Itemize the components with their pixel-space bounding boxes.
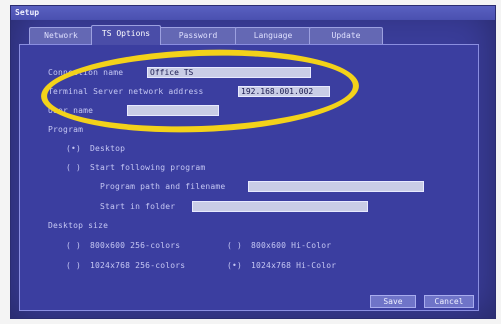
size-1024-256-label: 1024x768 256-colors [90, 261, 186, 270]
user-name-input[interactable] [127, 105, 219, 116]
ts-address-input[interactable] [238, 86, 330, 97]
cancel-button[interactable]: Cancel [424, 295, 474, 308]
user-name-label: User name [48, 106, 94, 115]
program-path-input[interactable] [248, 181, 424, 192]
connection-name-input[interactable] [147, 67, 311, 78]
size-1024-hicolor-radio[interactable]: (•) [227, 261, 242, 270]
desktop-radio-label: Desktop [90, 144, 126, 153]
ts-options-panel: Connection name Terminal Server network … [19, 44, 479, 311]
start-program-radio-label: Start following program [90, 163, 206, 172]
connection-name-label: Connection name [48, 68, 124, 77]
tab-language[interactable]: Language [235, 27, 311, 44]
size-800-hicolor-radio[interactable]: ( ) [227, 241, 242, 250]
tab-update[interactable]: Update [309, 27, 383, 44]
size-1024-256-radio[interactable]: ( ) [66, 261, 81, 270]
size-800-256-label: 800x600 256-colors [90, 241, 181, 250]
size-800-hicolor-label: 800x600 Hi-Color [251, 241, 332, 250]
setup-window: Setup Network TS Options Password Langua… [10, 5, 496, 319]
start-folder-input[interactable] [192, 201, 368, 212]
size-800-256-radio[interactable]: ( ) [66, 241, 81, 250]
desktop-radio[interactable]: (•) [66, 144, 81, 153]
tab-network[interactable]: Network [29, 27, 93, 44]
window-title: Setup [11, 6, 495, 20]
start-folder-label: Start in folder [100, 202, 176, 211]
size-1024-hicolor-label: 1024x768 Hi-Color [251, 261, 337, 270]
program-heading: Program [48, 125, 84, 134]
tab-ts-options[interactable]: TS Options [91, 25, 161, 45]
desktop-size-heading: Desktop size [48, 221, 109, 230]
start-program-radio[interactable]: ( ) [66, 163, 81, 172]
program-path-label: Program path and filename [100, 182, 226, 191]
save-button[interactable]: Save [370, 295, 416, 308]
tab-password[interactable]: Password [159, 27, 237, 44]
ts-address-label: Terminal Server network address [48, 87, 204, 96]
